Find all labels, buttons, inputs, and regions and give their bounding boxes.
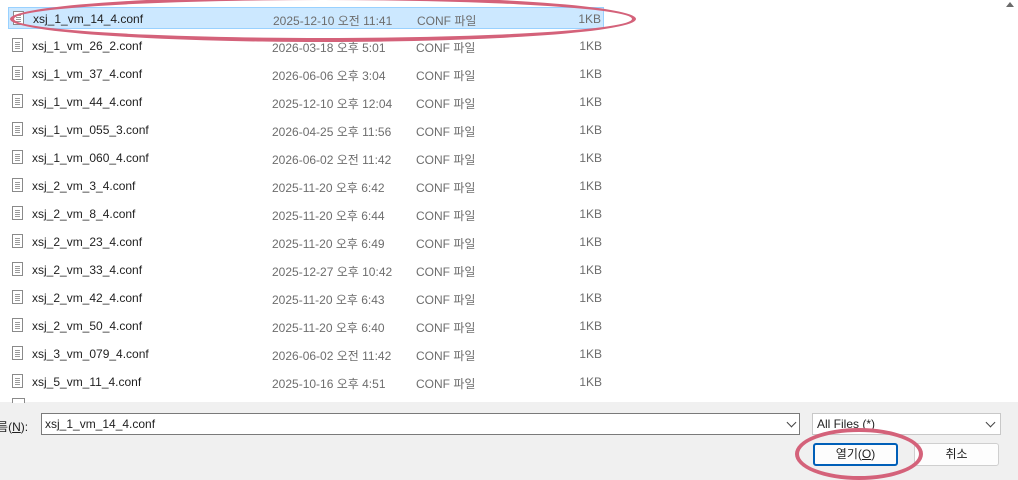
file-size: 1KB [579,39,602,53]
file-modified-date: 2025-10-16 오후 4:51 [272,377,386,391]
file-name: xsj_1_vm_37_4.conf [32,67,143,81]
file-type: CONF 파일 [416,321,476,335]
file-size: 1KB [579,319,602,333]
file-row[interactable]: xsj_2_vm_33_4.conf 2025-12-27 오후 10:42 CON… [8,259,604,281]
file-name: xsj_1_vm_055_3.conf [32,123,149,137]
file-icon [12,398,25,403]
filename-input[interactable] [45,416,775,432]
vertical-scrollbar[interactable] [1003,0,1018,402]
file-row[interactable]: xsj_2_vm_42_4.conf 2025-11-20 오후 6:43 CONF… [8,287,604,309]
file-name: xsj_2_vm_33_4.conf [32,263,143,277]
file-icon [12,206,23,220]
file-modified-date: 2025-11-20 오후 6:49 [272,237,385,251]
scroll-up-arrow-icon[interactable] [1006,2,1014,7]
file-icon [12,38,23,52]
file-modified-date: 2025-12-27 오후 10:42 [272,265,393,279]
file-icon [12,94,23,108]
file-modified-date: 2025-11-20 오후 6:40 [272,321,385,335]
file-size: 1KB [579,123,602,137]
open-button[interactable]: 열기(O) [813,443,898,466]
file-row[interactable]: xsj_1_vm_060_4.conf 2026-06-02 오전 11:42 CO… [8,147,604,169]
file-name: xsj_3_vm_079_4.conf [32,347,149,361]
file-name: xsj_1_vm_060_4.conf [32,151,149,165]
file-icon [12,150,23,164]
file-size: 1KB [579,235,602,249]
chevron-down-icon[interactable] [985,417,996,428]
file-modified-date: 2025-11-20 오후 6:43 [272,293,385,307]
file-icon [12,346,23,360]
file-size: 1KB [579,263,602,277]
file-size: 1KB [579,291,602,305]
file-list[interactable]: xsj_1_vm_14_4.conf 2025-12-10 오전 11:41 CON… [0,0,1003,402]
file-row[interactable]: xsj_1_vm_14_4.conf 2025-12-10 오전 11:41 CON… [8,7,604,29]
file-row[interactable]: xsj_2_vm_50_4.conf 2025-11-20 오후 6:40 CONF… [8,315,604,337]
file-type: CONF 파일 [416,349,476,363]
file-type: CONF 파일 [416,209,476,223]
file-type: CONF 파일 [416,293,476,307]
file-type: CONF 파일 [416,41,476,55]
file-modified-date: 2025-12-10 오후 12:04 [272,97,393,111]
file-type: CONF 파일 [416,181,476,195]
file-name: xsj_2_vm_23_4.conf [32,235,143,249]
file-icon [12,374,23,388]
filename-label: 이름(N): [0,420,29,434]
file-size: 1KB [579,95,602,109]
file-row[interactable]: xsj_5_vm_11_4.conf 2025-10-16 오후 4:51 CONF… [8,371,604,393]
file-icon [12,66,23,80]
file-name: xsj_2_vm_8_4.conf [32,207,136,221]
file-size: 1KB [579,151,602,165]
file-size: 1KB [579,207,602,221]
file-modified-date: 2026-04-25 오후 11:56 [272,125,392,139]
cancel-button[interactable]: 취소 [914,443,999,466]
file-row[interactable]: xsj_2_vm_23_4.conf 2025-11-20 오후 6:49 CONF… [8,231,604,253]
file-row[interactable]: xsj_2_vm_3_4.conf 2025-11-20 오후 6:42 CONF … [8,175,604,197]
filename-combobox[interactable] [41,413,800,435]
file-type-filter[interactable]: All Files (*) [812,413,1001,435]
file-name: xsj_1_vm_44_4.conf [32,95,143,109]
file-size: 1KB [579,347,602,361]
file-icon [12,318,23,332]
file-type: CONF 파일 [417,14,477,28]
file-row[interactable]: xsj_1_vm_26_2.conf 2026-03-18 오후 5:01 CONF… [8,35,604,57]
file-icon [13,11,24,25]
file-type: CONF 파일 [416,97,476,111]
file-name: xsj_5_vm_11_4.conf [32,375,142,389]
file-icon [12,262,23,276]
file-row[interactable]: xsj_1_vm_37_4.conf 2026-06-06 오후 3:04 CONF… [8,63,604,85]
file-modified-date: 2025-11-20 오후 6:42 [272,181,385,195]
file-type: CONF 파일 [416,265,476,279]
file-type: CONF 파일 [416,237,476,251]
file-name: xsj_1_vm_14_4.conf [33,12,144,26]
file-name: xsj_2_vm_3_4.conf [32,179,136,193]
file-type-filter-value: All Files (*) [817,417,876,431]
file-type: CONF 파일 [416,125,476,139]
file-size: 1KB [579,375,602,389]
chevron-down-icon[interactable] [786,417,797,428]
file-row[interactable]: xsj_1_vm_055_3.conf 2026-04-25 오후 11:56 CO… [8,119,604,141]
file-name: xsj_1_vm_26_2.conf [32,39,143,53]
file-modified-date: 2026-06-06 오후 3:04 [272,69,386,83]
file-modified-date: 2025-12-10 오전 11:41 [273,14,393,28]
file-icon [12,290,23,304]
file-modified-date: 2025-11-20 오후 6:44 [272,209,385,223]
file-type: CONF 파일 [416,377,476,391]
file-type: CONF 파일 [416,153,476,167]
file-row[interactable]: xsj_1_vm_44_4.conf 2025-12-10 오후 12:04 CON… [8,91,604,113]
file-icon [12,122,23,136]
file-size: 1KB [579,179,602,193]
file-icon [12,234,23,248]
file-icon [12,178,23,192]
file-size: 1KB [578,12,601,26]
file-modified-date: 2026-03-18 오후 5:01 [272,41,386,55]
file-modified-date: 2026-06-02 오전 11:42 [272,349,392,363]
file-modified-date: 2026-06-02 오전 11:42 [272,153,392,167]
file-name: xsj_2_vm_50_4.conf [32,319,143,333]
file-type: CONF 파일 [416,69,476,83]
file-row[interactable]: xsj_2_vm_8_4.conf 2025-11-20 오후 6:44 CONF … [8,203,604,225]
file-name: xsj_2_vm_42_4.conf [32,291,143,305]
file-size: 1KB [579,67,602,81]
file-row[interactable]: xsj_3_vm_079_4.conf 2026-06-02 오전 11:42 CO… [8,343,604,365]
